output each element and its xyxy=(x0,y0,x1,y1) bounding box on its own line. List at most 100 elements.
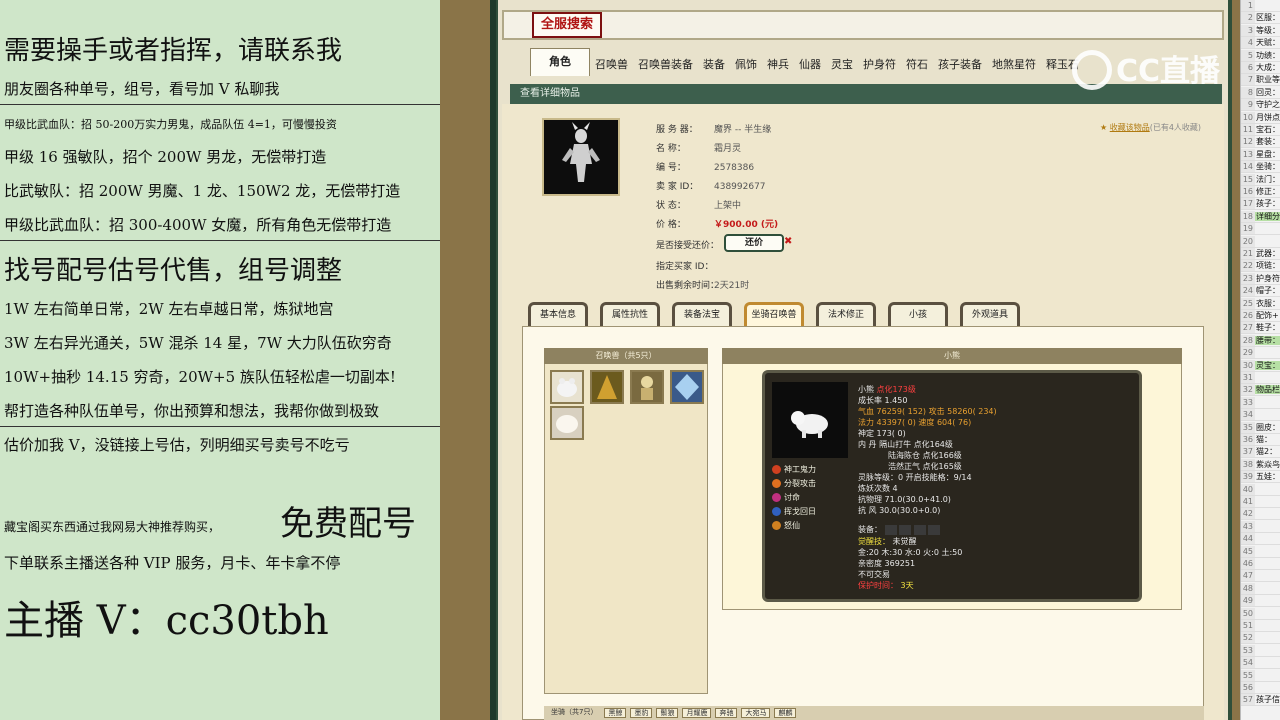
mount-tab[interactable]: 鬃狼 xyxy=(656,708,679,718)
sheet-row[interactable]: 52 xyxy=(1241,632,1280,645)
sheet-row[interactable]: 31 xyxy=(1241,372,1280,384)
sheet-cell[interactable] xyxy=(1255,485,1256,494)
sheet-cell[interactable]: 职业等级 xyxy=(1255,75,1280,84)
tab-divine-weapon[interactable]: 神兵 xyxy=(762,54,794,76)
summon-thumb[interactable] xyxy=(550,406,584,440)
sheet-row[interactable]: 25 衣服： xyxy=(1241,297,1280,310)
sheet-cell[interactable]: 区服： xyxy=(1255,13,1280,22)
sheet-row[interactable]: 34 xyxy=(1241,409,1280,422)
sheet-cell[interactable]: 项链： xyxy=(1255,261,1280,270)
sheet-cell[interactable] xyxy=(1255,646,1256,655)
sheet-row[interactable]: 37 猫2： xyxy=(1241,446,1280,459)
sheet-cell[interactable]: 修正： xyxy=(1255,187,1280,196)
sheet-cell[interactable]: 护身符 xyxy=(1255,274,1280,283)
sheet-cell[interactable]: 孩子： xyxy=(1255,199,1280,208)
sheet-row[interactable]: 54 xyxy=(1241,657,1280,670)
sheet-cell[interactable] xyxy=(1255,534,1256,543)
sheet-row[interactable]: 11 宝石： xyxy=(1241,124,1280,136)
sheet-cell[interactable]: 猫2： xyxy=(1255,447,1277,456)
sheet-row[interactable]: 12 套装： xyxy=(1241,136,1280,149)
summon-thumb[interactable] xyxy=(670,370,704,404)
sheet-row[interactable]: 44 xyxy=(1241,533,1280,546)
tab-spirit-treasure[interactable]: 灵宝 xyxy=(826,54,858,76)
sheet-cell[interactable] xyxy=(1255,547,1256,556)
tab-mount-summon[interactable]: 坐骑召唤兽 xyxy=(744,302,804,326)
sheet-cell[interactable]: 灵宝： xyxy=(1255,360,1280,370)
sheet-row[interactable]: 39 五娃： xyxy=(1241,471,1280,484)
favorite-link[interactable]: ★ 收藏该物品(已有4人收藏) xyxy=(1100,122,1201,133)
sheet-cell[interactable]: 回灵： xyxy=(1255,88,1280,97)
tab-attributes[interactable]: 属性抗性 xyxy=(600,302,660,326)
tab-appearance[interactable]: 外观道具 xyxy=(960,302,1020,326)
sheet-cell[interactable] xyxy=(1255,584,1256,593)
sheet-row[interactable]: 4 天赋： xyxy=(1241,37,1280,50)
sheet-cell[interactable] xyxy=(1255,410,1256,419)
sheet-row[interactable]: 33 xyxy=(1241,396,1280,409)
sheet-cell[interactable]: 紫焱鸟 xyxy=(1255,460,1280,469)
sheet-row[interactable]: 27 鞋子： xyxy=(1241,322,1280,335)
sheet-cell[interactable] xyxy=(1255,497,1256,506)
sheet-cell[interactable]: 守护之 xyxy=(1255,100,1280,109)
mount-tab[interactable]: 墨豹 xyxy=(630,708,653,718)
sheet-cell[interactable] xyxy=(1255,658,1256,667)
skill-item[interactable]: 分裂攻击 xyxy=(772,478,816,489)
sheet-cell[interactable] xyxy=(1255,633,1256,642)
sheet-cell[interactable]: 鞋子： xyxy=(1255,323,1280,332)
equip-slot-icon[interactable] xyxy=(913,524,926,535)
sheet-cell[interactable]: 天赋： xyxy=(1255,38,1280,47)
sheet-row[interactable]: 2 区服： xyxy=(1241,12,1280,25)
sheet-cell[interactable]: 套装： xyxy=(1255,137,1280,146)
sheet-cell[interactable]: 坐骑： xyxy=(1255,162,1280,171)
tab-child-equip[interactable]: 孩子装备 xyxy=(933,54,987,76)
tab-spell-mod[interactable]: 法术修正 xyxy=(816,302,876,326)
sheet-row[interactable]: 21 武器： xyxy=(1241,248,1280,260)
sheet-row[interactable]: 3 等级： xyxy=(1241,24,1280,37)
sheet-row[interactable]: 45 xyxy=(1241,545,1280,558)
sheet-row[interactable]: 17 孩子： xyxy=(1241,198,1280,211)
skill-item[interactable]: 神工鬼力 xyxy=(772,464,816,475)
sheet-row[interactable]: 10 月饼点 xyxy=(1241,111,1280,124)
sheet-cell[interactable] xyxy=(1255,683,1256,692)
sheet-row[interactable]: 36 猫： xyxy=(1241,434,1280,446)
sheet-cell[interactable]: 武器： xyxy=(1255,249,1280,258)
sheet-cell[interactable]: 月饼点 xyxy=(1255,113,1280,122)
sheet-row[interactable]: 5 功绩： xyxy=(1241,49,1280,62)
sheet-row[interactable]: 42 xyxy=(1241,508,1280,521)
sheet-cell[interactable]: 等级： xyxy=(1255,26,1280,35)
search-all-badge[interactable]: 全服搜索 xyxy=(532,12,602,38)
sheet-row[interactable]: 6 大成： xyxy=(1241,62,1280,74)
tab-equip[interactable]: 装备 xyxy=(698,54,730,76)
tab-summon[interactable]: 召唤兽 xyxy=(590,54,633,76)
mount-tab[interactable]: 月耀鹿 xyxy=(682,708,712,718)
sheet-row[interactable]: 15 法门： xyxy=(1241,173,1280,186)
sheet-cell[interactable] xyxy=(1255,348,1256,357)
tab-rune[interactable]: 符石 xyxy=(901,54,933,76)
sheet-row[interactable]: 1 xyxy=(1241,0,1280,12)
sheet-row[interactable]: 14 坐骑： xyxy=(1241,161,1280,174)
sheet-cell[interactable]: 衣服： xyxy=(1255,299,1280,308)
sheet-cell[interactable] xyxy=(1255,373,1256,382)
sheet-row[interactable]: 56 xyxy=(1241,682,1280,694)
sheet-cell[interactable]: 功绩： xyxy=(1255,51,1280,60)
sheet-cell[interactable] xyxy=(1255,522,1256,531)
skill-item[interactable]: 讨命 xyxy=(772,492,800,503)
sheet-row[interactable]: 9 守护之 xyxy=(1241,99,1280,112)
summon-thumb[interactable] xyxy=(630,370,664,404)
sheet-row[interactable]: 30 灵宝： xyxy=(1241,359,1280,372)
sheet-row[interactable]: 49 xyxy=(1241,595,1280,608)
sheet-cell[interactable] xyxy=(1255,559,1256,568)
tab-accessory[interactable]: 佩饰 xyxy=(730,54,762,76)
sheet-cell[interactable]: 详细分 xyxy=(1255,211,1280,221)
sheet-row[interactable]: 13 星盘： xyxy=(1241,148,1280,161)
sheet-row[interactable]: 53 xyxy=(1241,644,1280,657)
sheet-row[interactable]: 18 详细分 xyxy=(1241,210,1280,223)
equip-slot-icon[interactable] xyxy=(899,524,912,535)
tab-star-rune[interactable]: 地煞星符 xyxy=(987,54,1041,76)
sheet-row[interactable]: 50 xyxy=(1241,607,1280,620)
sheet-row[interactable]: 22 项链： xyxy=(1241,260,1280,273)
skill-item[interactable]: 挥戈回日 xyxy=(772,506,816,517)
sheet-cell[interactable] xyxy=(1255,621,1256,630)
sheet-row[interactable]: 28 腰带： xyxy=(1241,334,1280,347)
sheet-cell[interactable]: 圈皮： xyxy=(1255,423,1280,432)
sheet-cell[interactable]: 猫： xyxy=(1255,435,1272,444)
